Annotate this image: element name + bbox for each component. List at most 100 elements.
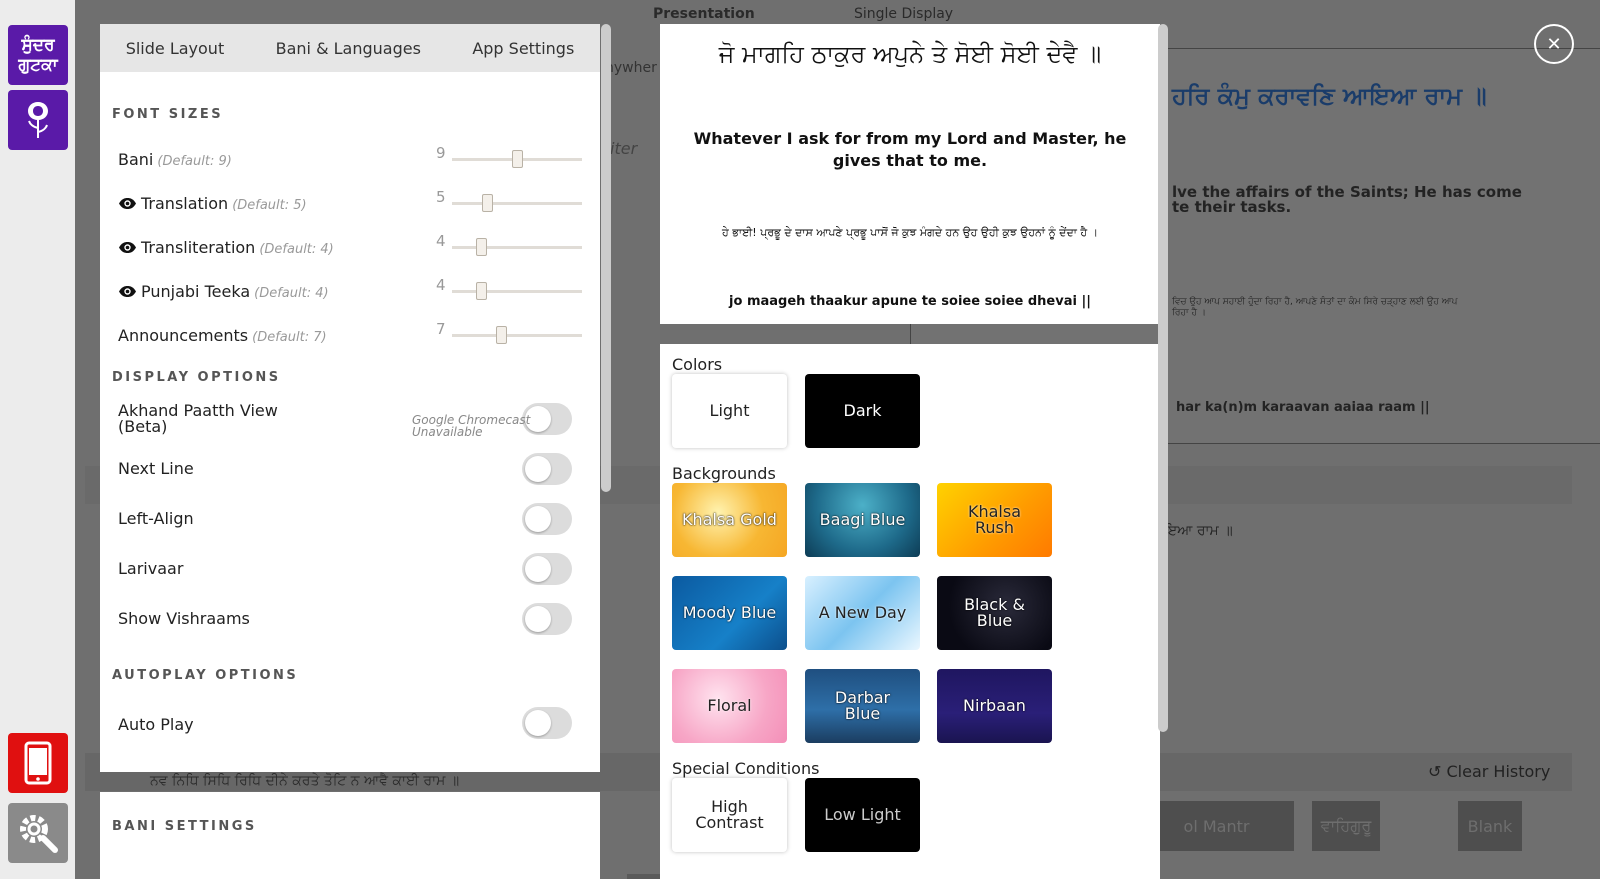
font-size-default: (Default: 9) xyxy=(157,154,232,169)
special-conditions-title: Special Conditions xyxy=(672,759,820,778)
display-option-row: Left-Align xyxy=(118,502,588,536)
clear-history-button[interactable]: ↺ Clear History xyxy=(1428,762,1550,781)
display-options-title: DISPLAY OPTIONS xyxy=(112,370,281,385)
background-tile[interactable]: Black & Blue xyxy=(937,576,1052,650)
font-size-name: Bani xyxy=(118,150,154,169)
settings-tabs: Slide Layout Bani & Languages App Settin… xyxy=(100,24,600,72)
slide-preview: ਜੋ ਮਾਗਹਿ ਠਾਕੁਰ ਅਪੁਨੇ ਤੇ ਸੋਈ ਸੋਈ ਦੇਵੈ ॥ W… xyxy=(660,24,1160,324)
display-option-row: Show Vishraams xyxy=(118,602,588,636)
display-option-label: Left-Align xyxy=(118,509,194,528)
font-size-row: Transliteration (Default: 4) 4 xyxy=(118,232,588,262)
font-size-slider[interactable] xyxy=(452,150,582,168)
close-button[interactable]: ✕ xyxy=(1534,24,1574,64)
background-tile[interactable]: Darbar Blue xyxy=(805,669,920,743)
display-option-row: Larivaar xyxy=(118,552,588,586)
display-option-toggle[interactable] xyxy=(522,603,572,635)
special-condition-tile[interactable]: High Contrast xyxy=(672,778,787,852)
font-size-label: Transliteration (Default: 4) xyxy=(118,238,334,258)
slider-thumb[interactable] xyxy=(482,194,493,212)
theme-tile-label: Nirbaan xyxy=(963,696,1026,715)
eye-icon[interactable] xyxy=(118,239,137,258)
bg-display-gurmukhi: ਹਰਿ ਕੰਮੁ ਕਰਾਵਣਿ ਆਇਆ ਰਾਮ ॥ xyxy=(1172,82,1487,110)
mool-mantr-button[interactable]: ol Mantr xyxy=(1139,801,1294,851)
settings-panel: Slide Layout Bani & Languages App Settin… xyxy=(100,24,600,772)
display-option-toggle[interactable] xyxy=(522,453,572,485)
display-option-toggle[interactable] xyxy=(522,553,572,585)
preview-punjabi-teeka: ਹੇ ਭਾਈ! ਪ੍ਰਭੂ ਦੇ ਦਾਸ ਆਪਣੇ ਪ੍ਰਭੂ ਪਾਸੋਂ ਜੋ… xyxy=(721,226,1099,239)
font-size-name: Announcements xyxy=(118,326,249,345)
font-size-default: (Default: 5) xyxy=(232,198,307,213)
bg-history-line: ਇਆ ਰਾਮ ॥ xyxy=(1165,523,1233,539)
settings-button[interactable] xyxy=(8,803,68,863)
theme-tile-label: Black & Blue xyxy=(964,595,1025,630)
slider-thumb[interactable] xyxy=(476,238,487,256)
special-condition-tile[interactable]: Low Light xyxy=(805,778,920,852)
tab-app-settings[interactable]: App Settings xyxy=(472,39,574,58)
font-size-slider[interactable] xyxy=(452,238,582,256)
sundar-gutka-button[interactable]: ਸੁੰਦਰ ਗੁਟਕਾ xyxy=(8,25,68,85)
font-size-value: 7 xyxy=(436,320,446,338)
background-tile[interactable]: A New Day xyxy=(805,576,920,650)
font-size-row: Translation (Default: 5) 5 xyxy=(118,188,588,218)
font-size-name: Punjabi Teeka xyxy=(141,282,251,301)
display-option-label: Show Vishraams xyxy=(118,609,250,628)
font-size-row: Bani (Default: 9) 9 xyxy=(118,144,588,174)
display-option-label: Akhand Paatth View (Beta) xyxy=(118,401,278,436)
clear-history-label: Clear History xyxy=(1446,762,1551,781)
sundar-gutka-logo: ਸੁੰਦਰ ਗੁਟਕਾ xyxy=(18,35,58,75)
slider-thumb[interactable] xyxy=(512,150,523,168)
color-tile[interactable]: Light xyxy=(672,374,787,448)
tab-slide-layout[interactable]: Slide Layout xyxy=(126,39,225,58)
font-size-slider[interactable] xyxy=(452,194,582,212)
background-tile[interactable]: Nirbaan xyxy=(937,669,1052,743)
font-size-slider[interactable] xyxy=(452,282,582,300)
autoplay-toggle[interactable] xyxy=(522,707,572,739)
font-size-label: Bani (Default: 9) xyxy=(118,150,232,169)
eye-icon[interactable] xyxy=(118,283,137,302)
tab-bani-languages[interactable]: Bani & Languages xyxy=(276,39,421,58)
settings-scrollbar[interactable] xyxy=(601,24,611,492)
theme-tile-label: Moody Blue xyxy=(682,603,777,622)
theme-tile-label: Light xyxy=(709,401,750,420)
font-size-value: 4 xyxy=(436,232,446,250)
left-rail: ਸੁੰਦਰ ਗੁਟਕਾ xyxy=(0,0,75,879)
font-size-value: 4 xyxy=(436,276,446,294)
blank-button[interactable]: Blank xyxy=(1458,801,1522,851)
background-tile[interactable]: Baagi Blue xyxy=(805,483,920,557)
eye-icon[interactable] xyxy=(118,195,137,214)
font-size-label: Translation (Default: 5) xyxy=(118,194,307,214)
font-size-default: (Default: 7) xyxy=(252,330,327,345)
rose-icon-button[interactable] xyxy=(8,90,68,150)
font-size-row: Punjabi Teeka (Default: 4) 4 xyxy=(118,276,588,306)
filter-label-partial[interactable]: iter xyxy=(610,139,637,158)
bg-display-teeka: ਵਿਚ ਉਹ ਆਪ ਸਹਾਈ ਹੁੰਦਾ ਰਿਹਾ ਹੈ, ਆਪਣੇ ਸੰਤਾਂ… xyxy=(1172,297,1458,318)
gear-wrench-icon xyxy=(20,815,58,853)
display-option-toggle[interactable] xyxy=(522,503,572,535)
autoplay-row: Auto Play xyxy=(118,707,588,739)
slider-thumb[interactable] xyxy=(496,326,507,344)
tab-single-display[interactable]: Single Display xyxy=(854,6,953,22)
background-tile[interactable]: Floral xyxy=(672,669,787,743)
font-size-name: Transliteration xyxy=(141,238,256,257)
theme-tile-label: Floral xyxy=(707,696,752,715)
background-tile[interactable]: Khalsa Rush xyxy=(937,483,1052,557)
bg-display-transliteration: har ka(n)m karaavan aaiaa raam || xyxy=(1176,400,1430,415)
background-tile[interactable]: Moody Blue xyxy=(672,576,787,650)
themes-panel: Colors Backgrounds Special Conditions Li… xyxy=(660,344,1160,879)
font-size-slider[interactable] xyxy=(452,326,582,344)
color-tile[interactable]: Dark xyxy=(805,374,920,448)
preview-transliteration: jo maageh thaakur apune te soiee soiee d… xyxy=(729,294,1091,309)
mobile-icon-button[interactable] xyxy=(8,733,68,793)
mobile-phone-icon xyxy=(24,741,52,785)
slider-thumb[interactable] xyxy=(476,282,487,300)
theme-tile-label: A New Day xyxy=(818,603,907,622)
waheguru-button[interactable]: ਵਾਹਿਗੁਰੂ xyxy=(1312,801,1380,851)
display-option-label: Next Line xyxy=(118,459,194,478)
tab-presentation[interactable]: Presentation xyxy=(653,6,755,22)
themes-scrollbar[interactable] xyxy=(1158,24,1168,732)
autoplay-options-title: AUTOPLAY OPTIONS xyxy=(112,668,299,683)
bg-gurmukhi-line: ਨਵ ਨਿਧਿ ਸਿਧਿ ਰਿਧਿ ਦੀਨੇ ਕਰਤੇ ਤੋਟਿ ਨ ਆਵੈ ਕ… xyxy=(150,773,460,789)
font-sizes-title: FONT SIZES xyxy=(112,107,224,122)
bg-display-translation: lve the affairs of the Saints; He has co… xyxy=(1172,183,1522,216)
background-tile[interactable]: Khalsa Gold xyxy=(672,483,787,557)
